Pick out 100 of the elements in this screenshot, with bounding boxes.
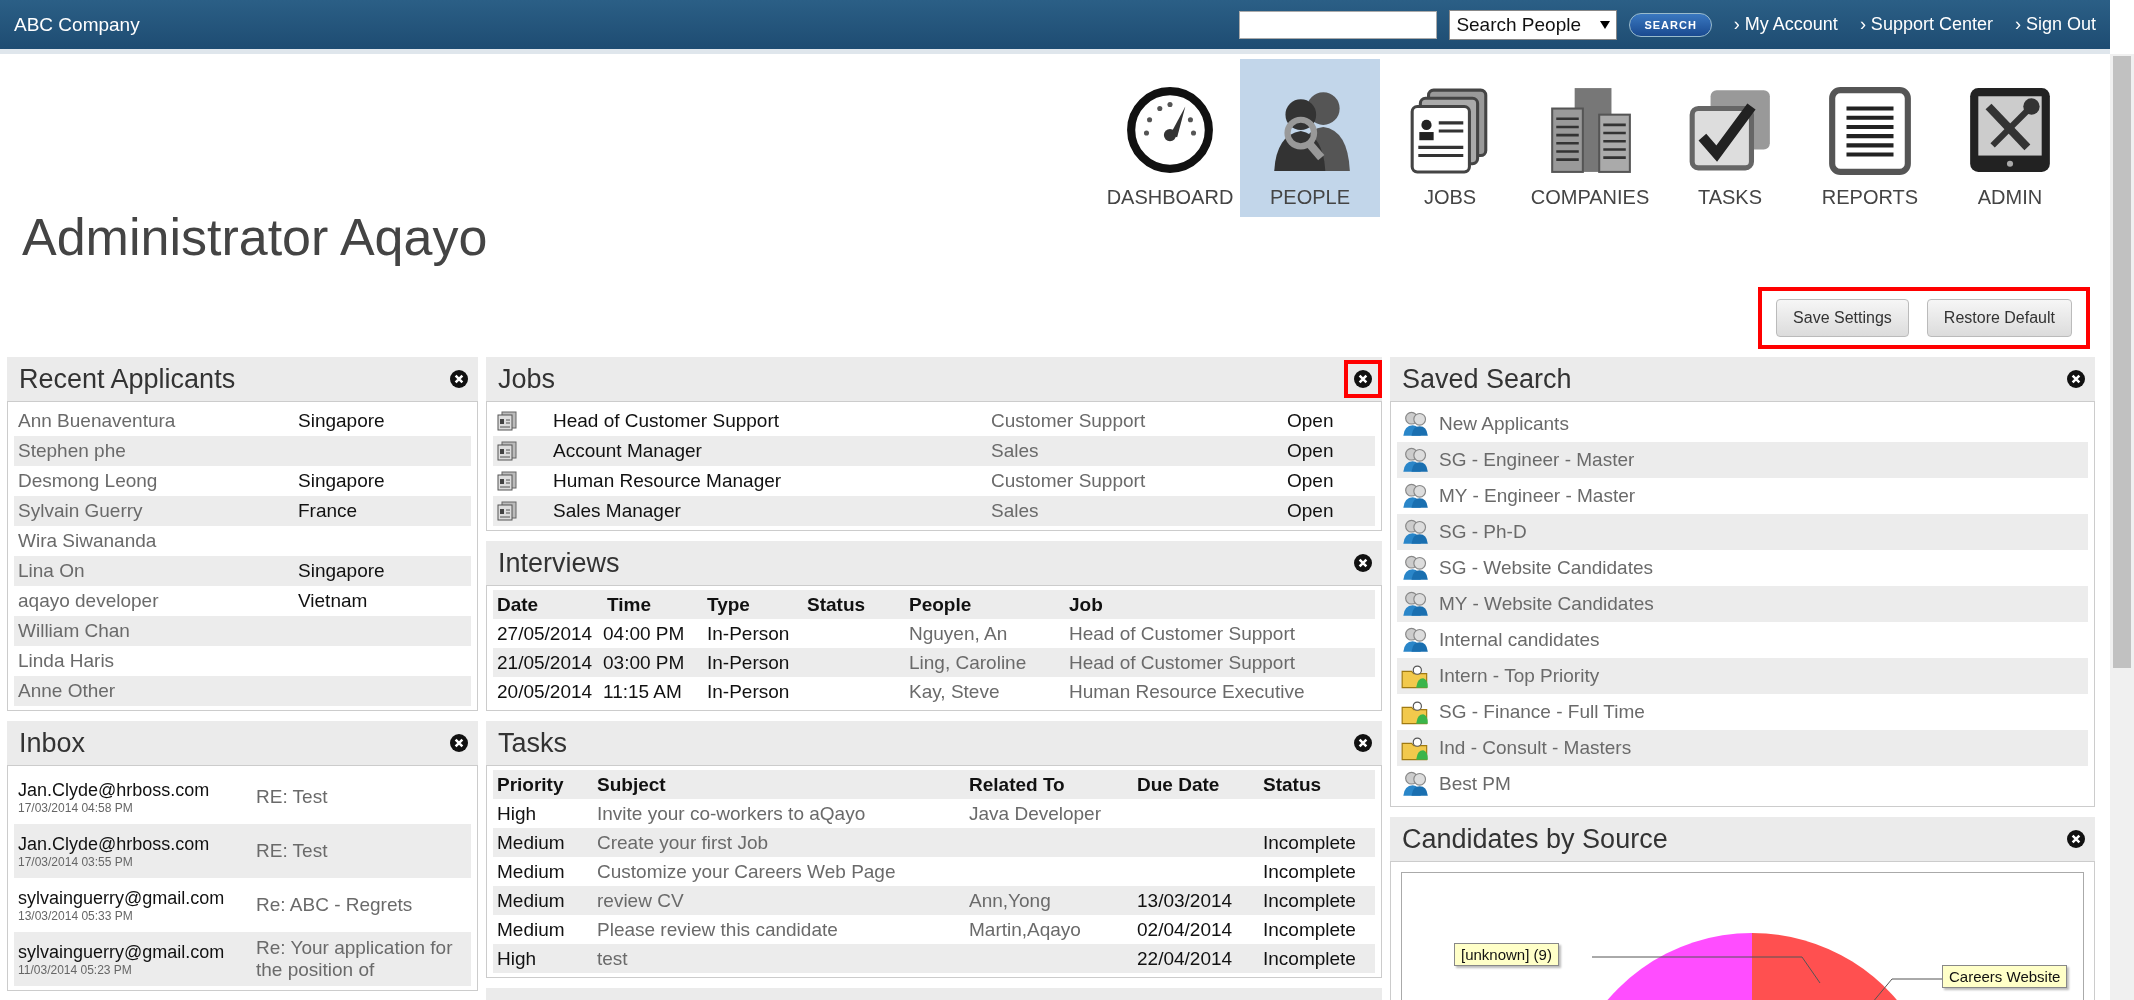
close-icon[interactable]: [1354, 734, 1372, 752]
caret-icon: [1600, 20, 1611, 29]
table-cell-text: Medium: [497, 860, 566, 883]
close-icon[interactable]: [1354, 554, 1372, 572]
nav-tab[interactable]: REPORTS: [1800, 59, 1940, 217]
mail-date: 17/03/2014 04:58 PM: [18, 800, 134, 815]
table-cell-text: Ann,Yong: [969, 889, 1052, 912]
scrollbar[interactable]: [2110, 54, 2134, 1000]
job-title[interactable]: Account Manager: [553, 440, 991, 462]
job-department: Sales: [991, 440, 1040, 462]
folder-person-icon: [1401, 662, 1429, 690]
table-cell-text: Human Resource Executive: [1069, 680, 1306, 703]
job-status: Open: [1287, 440, 1334, 462]
close-icon[interactable]: [2067, 830, 2085, 848]
table-cell-text: 20/05/2014: [497, 680, 594, 703]
applicant-country: Vietnam: [298, 590, 368, 612]
applicant-country: Singapore: [298, 410, 385, 432]
table-cell-text: Java Developer: [969, 802, 1103, 825]
top-link[interactable]: › Sign Out: [2014, 14, 2096, 35]
table-cell-text: Medium: [497, 889, 566, 912]
people-icon: [1401, 518, 1429, 546]
applicant-name[interactable]: Sylvain Guerry: [18, 500, 298, 522]
job-title[interactable]: Human Resource Manager: [553, 470, 991, 492]
job-card-icon: [497, 471, 517, 491]
job-title[interactable]: Head of Customer Support: [553, 410, 991, 432]
saved-search-link[interactable]: MY - Engineer - Master: [1439, 485, 1636, 507]
panel-title: Inbox: [19, 727, 86, 759]
table-cell-text: 11:15 AM: [603, 680, 683, 703]
table-cell-text: In-Person: [707, 680, 791, 703]
job-card-icon: [497, 441, 517, 461]
panel-title: Candidates by Source: [1402, 823, 1668, 855]
saved-search-link[interactable]: SG - Website Candidates: [1439, 557, 1654, 579]
panel-title: Jobs: [498, 363, 556, 395]
table-cell-text: 21/05/2014: [497, 651, 594, 674]
nav-tab[interactable]: COMPANIES: [1520, 59, 1660, 217]
applicant-name[interactable]: Lina On: [18, 560, 298, 582]
saved-search-link[interactable]: Best PM: [1439, 773, 1511, 795]
panel-title: Tasks: [498, 727, 568, 759]
table-cell-text: Invite your co-workers to aQayo: [597, 802, 867, 825]
nav-tab[interactable]: PEOPLE: [1240, 59, 1380, 217]
table-cell-text: Create your first Job: [597, 831, 770, 854]
close-icon[interactable]: [450, 370, 468, 388]
table-cell-text: Customize your Careers Web Page: [597, 860, 897, 883]
applicant-name[interactable]: aqayo developer: [18, 590, 298, 612]
nav-tab[interactable]: JOBS: [1380, 59, 1520, 217]
mail-date: 13/03/2014 05:33 PM: [18, 908, 134, 923]
nav-tab[interactable]: ADMIN: [1940, 59, 2080, 217]
people-icon: [1401, 446, 1429, 474]
table-cell-text: 04:00 PM: [603, 622, 686, 645]
nav-tab[interactable]: DASHBOARD: [1100, 59, 1240, 217]
column-header: People: [909, 593, 973, 616]
mail-sender[interactable]: sylvainguerry@gmail.com: [18, 887, 256, 909]
mail-date: 17/03/2014 03:55 PM: [18, 854, 134, 869]
saved-search-link[interactable]: Intern - Top Priority: [1439, 665, 1600, 687]
close-icon[interactable]: [1354, 370, 1372, 388]
applicant-country: Singapore: [298, 560, 385, 582]
applicant-name[interactable]: Desmong Leong: [18, 470, 298, 492]
close-icon[interactable]: [450, 734, 468, 752]
chart-callout: Careers Website: [1942, 965, 2068, 988]
saved-search-link[interactable]: SG - Finance - Full Time: [1439, 701, 1645, 723]
people-icon: [1401, 482, 1429, 510]
search-type-select[interactable]: Search People: [1449, 9, 1618, 40]
table-cell-text: Head of Customer Support: [1069, 622, 1296, 645]
mail-sender[interactable]: Jan.Clyde@hrboss.com: [18, 779, 256, 801]
job-status: Open: [1287, 500, 1334, 522]
close-icon[interactable]: [2067, 370, 2085, 388]
top-link[interactable]: › My Account: [1733, 14, 1838, 35]
settings-button[interactable]: Restore Default: [1926, 299, 2072, 337]
saved-search-link[interactable]: New Applicants: [1439, 413, 1569, 435]
saved-search-link[interactable]: SG - Ph-D: [1439, 521, 1527, 543]
settings-button[interactable]: Save Settings: [1776, 299, 1909, 337]
mail-subject[interactable]: Re: Your application for the position of: [256, 937, 467, 981]
applicant-name[interactable]: Linda Haris: [18, 650, 298, 672]
column-header: Subject: [597, 773, 667, 796]
mail-subject[interactable]: RE: Test: [256, 786, 467, 808]
panel-title: Recent Applicants: [19, 363, 236, 395]
job-title[interactable]: Sales Manager: [553, 500, 991, 522]
column-header: Date: [497, 593, 540, 616]
nav-tab[interactable]: TASKS: [1660, 59, 1800, 217]
saved-search-link[interactable]: Ind - Consult - Masters: [1439, 737, 1632, 759]
applicant-name[interactable]: Ann Buenaventura: [18, 410, 298, 432]
mail-sender[interactable]: sylvainguerry@gmail.com: [18, 941, 256, 963]
table-cell-text: Nguyen, An: [909, 622, 1009, 645]
people-icon: [1401, 554, 1429, 582]
search-button[interactable]: SEARCH: [1629, 12, 1712, 37]
table-cell-text: High: [497, 947, 538, 970]
saved-search-link[interactable]: SG - Engineer - Master: [1439, 449, 1635, 471]
search-field[interactable]: [1239, 10, 1438, 39]
saved-search-link[interactable]: MY - Website Candidates: [1439, 593, 1654, 615]
column-header: Job: [1069, 593, 1104, 616]
table-cell-text: Incomplete: [1263, 947, 1357, 970]
table-cell-text: Ling, Caroline: [909, 651, 1028, 674]
applicant-name[interactable]: Wira Siwananda: [18, 530, 298, 552]
mail-sender[interactable]: Jan.Clyde@hrboss.com: [18, 833, 256, 855]
page-title: Administrator Aqayo: [22, 207, 489, 268]
table-cell-text: Head of Customer Support: [1069, 651, 1296, 674]
saved-search-link[interactable]: Internal candidates: [1439, 629, 1600, 651]
mail-subject[interactable]: RE: Test: [256, 840, 467, 862]
mail-subject[interactable]: Re: ABC - Regrets: [256, 894, 467, 916]
top-link[interactable]: › Support Center: [1859, 14, 1993, 35]
